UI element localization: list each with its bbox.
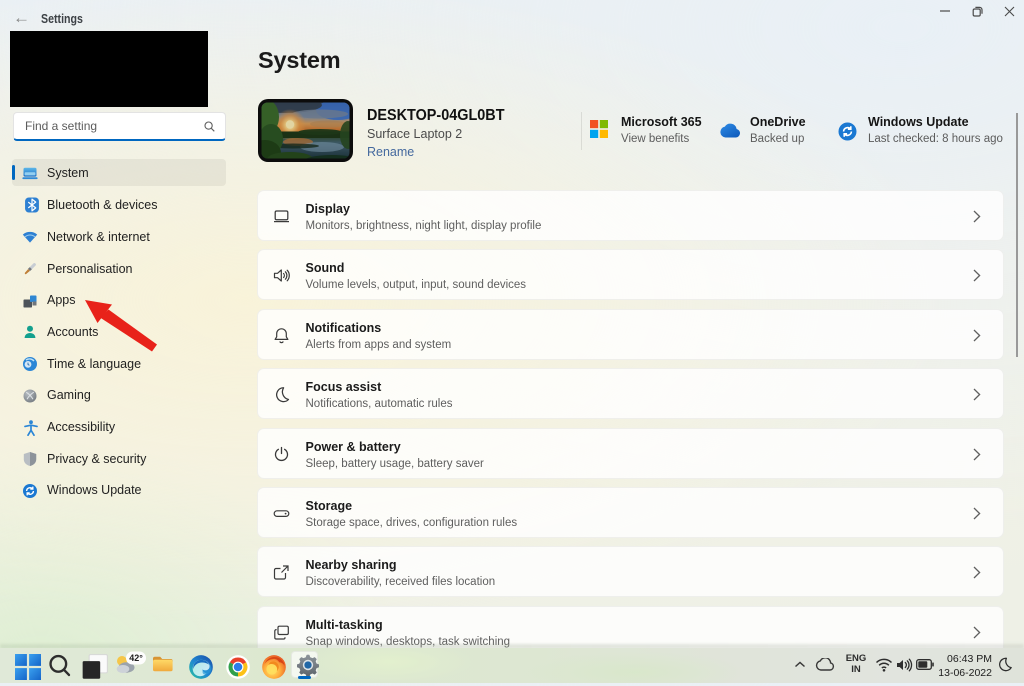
svg-text:42°: 42° xyxy=(129,653,143,663)
